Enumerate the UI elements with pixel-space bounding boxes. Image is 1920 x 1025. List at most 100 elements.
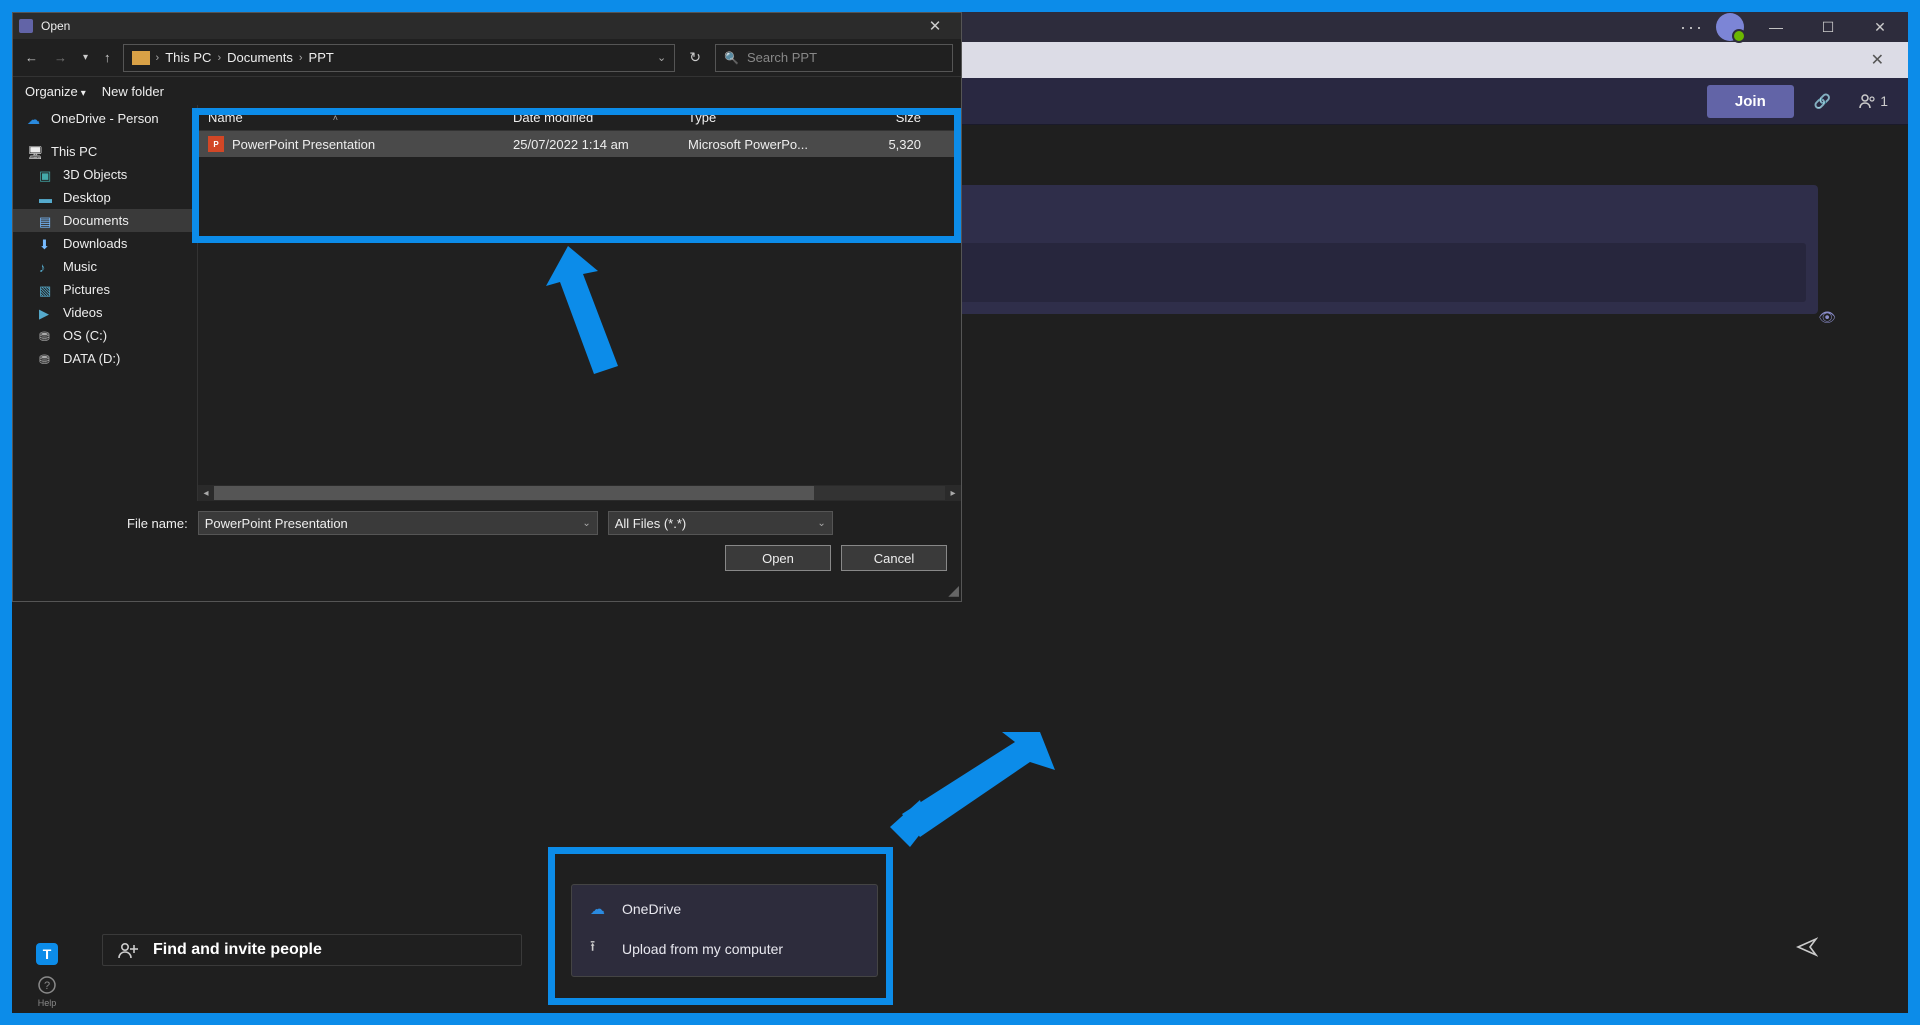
column-type[interactable]: Type	[688, 110, 833, 125]
notice-close-icon[interactable]: ✕	[1863, 50, 1892, 70]
breadcrumb-expand-icon[interactable]: ⌄	[657, 51, 666, 64]
search-input[interactable]: 🔍 Search PPT	[715, 44, 953, 72]
avatar[interactable]	[1716, 13, 1744, 41]
file-type-filter[interactable]: All Files (*.*) ⌄	[608, 511, 833, 535]
nav-forward-icon[interactable]: →	[50, 46, 71, 69]
breadcrumb[interactable]: › This PC › Documents › PPT ⌄	[123, 44, 676, 72]
desktop-icon: ▬	[39, 191, 55, 205]
dialog-sidebar: ☁ OneDrive - Person 🖥 This PC ▣ 3D Objec…	[13, 105, 198, 501]
upload-onedrive-option[interactable]: ☁ OneDrive	[572, 891, 877, 927]
participant-count: 1	[1880, 93, 1888, 109]
upload-computer-option[interactable]: ⭱ Upload from my computer	[572, 927, 877, 970]
drive-icon: ⛃	[39, 352, 55, 366]
find-invite-button[interactable]: Find and invite people	[102, 934, 522, 966]
maximize-button[interactable]: ☐	[1808, 13, 1848, 41]
dialog-title: Open	[41, 19, 70, 33]
sidebar-item-desktop[interactable]: ▬ Desktop	[13, 186, 197, 209]
horizontal-scrollbar[interactable]: ◂ ▸	[198, 485, 961, 501]
more-icon[interactable]: ···	[1680, 17, 1704, 38]
dropdown-icon[interactable]: ⌄	[582, 518, 590, 529]
copy-link-icon[interactable]: 🔗	[1806, 85, 1839, 118]
cancel-button[interactable]: Cancel	[841, 545, 947, 571]
send-icon[interactable]	[1796, 936, 1818, 964]
open-button[interactable]: Open	[725, 545, 831, 571]
sidebar-item-onedrive[interactable]: ☁ OneDrive - Person	[13, 107, 197, 130]
dialog-titlebar: Open ✕	[13, 13, 961, 39]
join-button[interactable]: Join	[1707, 85, 1794, 118]
sidebar-item-videos[interactable]: ▶ Videos	[13, 301, 197, 324]
scroll-right-icon[interactable]: ▸	[945, 488, 961, 499]
file-date: 25/07/2022 1:14 am	[513, 137, 688, 152]
search-placeholder: Search PPT	[747, 50, 817, 65]
participants-icon[interactable]: 1	[1851, 85, 1896, 117]
dialog-toolbar: Organize▾ New folder	[13, 77, 961, 105]
chevron-icon: ›	[156, 52, 160, 64]
column-date[interactable]: Date modified	[513, 110, 688, 125]
crumb-this-pc[interactable]: This PC	[165, 50, 211, 65]
resize-grip-icon[interactable]: ◢	[948, 582, 959, 599]
upload-computer-label: Upload from my computer	[622, 941, 783, 957]
chevron-icon: ›	[217, 52, 221, 64]
cloud-icon: ☁	[27, 112, 43, 126]
nav-recent-icon[interactable]: ▾	[79, 48, 92, 67]
dialog-nav-row: ← → ▾ ↑ › This PC › Documents › PPT ⌄ ↻ …	[13, 39, 961, 77]
drive-icon: ⛃	[39, 329, 55, 343]
sidebar-item-music[interactable]: ♪ Music	[13, 255, 197, 278]
nav-up-icon[interactable]: ↑	[100, 46, 115, 69]
add-people-icon	[117, 941, 141, 959]
minimize-button[interactable]: —	[1756, 13, 1796, 41]
scroll-thumb[interactable]	[214, 486, 814, 500]
upload-icon: ⭱	[590, 936, 608, 961]
dialog-app-icon	[19, 19, 33, 33]
dialog-footer: File name: PowerPoint Presentation ⌄ All…	[13, 501, 961, 581]
column-name[interactable]: Name ˄	[208, 110, 513, 125]
file-row[interactable]: P PowerPoint Presentation 25/07/2022 1:1…	[198, 131, 961, 157]
column-size[interactable]: Size	[833, 110, 921, 125]
sidebar-item-pictures[interactable]: ▧ Pictures	[13, 278, 197, 301]
svg-text:?: ?	[44, 980, 50, 992]
organize-menu[interactable]: Organize▾	[25, 84, 86, 99]
music-icon: ♪	[39, 260, 55, 274]
sidebar-item-data-d[interactable]: ⛃ DATA (D:)	[13, 347, 197, 370]
sidebar-item-documents[interactable]: ▤ Documents	[13, 209, 197, 232]
search-icon: 🔍	[724, 51, 739, 65]
template-app-icon: T	[36, 943, 58, 965]
crumb-ppt[interactable]: PPT	[309, 50, 334, 65]
close-button[interactable]: ✕	[1860, 13, 1900, 41]
dialog-close-icon[interactable]: ✕	[915, 17, 955, 35]
nav-back-icon[interactable]: ←	[21, 46, 42, 69]
read-receipt-icon: 👁	[1818, 309, 1836, 326]
pictures-icon: ▧	[39, 283, 55, 297]
scroll-left-icon[interactable]: ◂	[198, 488, 214, 499]
refresh-icon[interactable]: ↻	[683, 43, 707, 72]
teams-app-sidebar: T ? Help	[12, 932, 82, 1013]
sidebar-help-label: Help	[38, 998, 57, 1008]
sidebar-item-3d-objects[interactable]: ▣ 3D Objects	[13, 163, 197, 186]
column-headers: Name ˄ Date modified Type Size	[198, 105, 961, 131]
videos-icon: ▶	[39, 306, 55, 320]
file-open-dialog: Open ✕ ← → ▾ ↑ › This PC › Documents › P…	[12, 12, 962, 602]
downloads-icon: ⬇	[39, 237, 55, 251]
annotation-arrow-2	[890, 732, 1060, 852]
attach-source-menu: ☁ OneDrive ⭱ Upload from my computer	[571, 884, 878, 977]
compose-area: Find and invite people GIF	[102, 934, 1818, 966]
new-folder-button[interactable]: New folder	[102, 84, 164, 99]
sort-asc-icon: ˄	[333, 113, 338, 123]
file-name-input[interactable]: PowerPoint Presentation ⌄	[198, 511, 598, 535]
file-name: PowerPoint Presentation	[232, 137, 375, 152]
cube-icon: ▣	[39, 168, 55, 182]
file-type: Microsoft PowerPo...	[688, 137, 833, 152]
sidebar-item-downloads[interactable]: ⬇ Downloads	[13, 232, 197, 255]
cloud-icon: ☁	[590, 900, 608, 918]
file-name-label: File name:	[127, 516, 188, 531]
find-invite-label: Find and invite people	[153, 941, 322, 959]
sidebar-item-os-c[interactable]: ⛃ OS (C:)	[13, 324, 197, 347]
sidebar-help[interactable]: ? Help	[12, 970, 82, 1013]
crumb-documents[interactable]: Documents	[227, 50, 293, 65]
sidebar-item-this-pc[interactable]: 🖥 This PC	[13, 140, 197, 163]
dropdown-icon[interactable]: ⌄	[817, 518, 825, 529]
chevron-icon: ›	[299, 52, 303, 64]
documents-icon: ▤	[39, 214, 55, 228]
pptx-icon: P	[208, 136, 224, 152]
sidebar-template-app[interactable]: T	[12, 938, 82, 970]
